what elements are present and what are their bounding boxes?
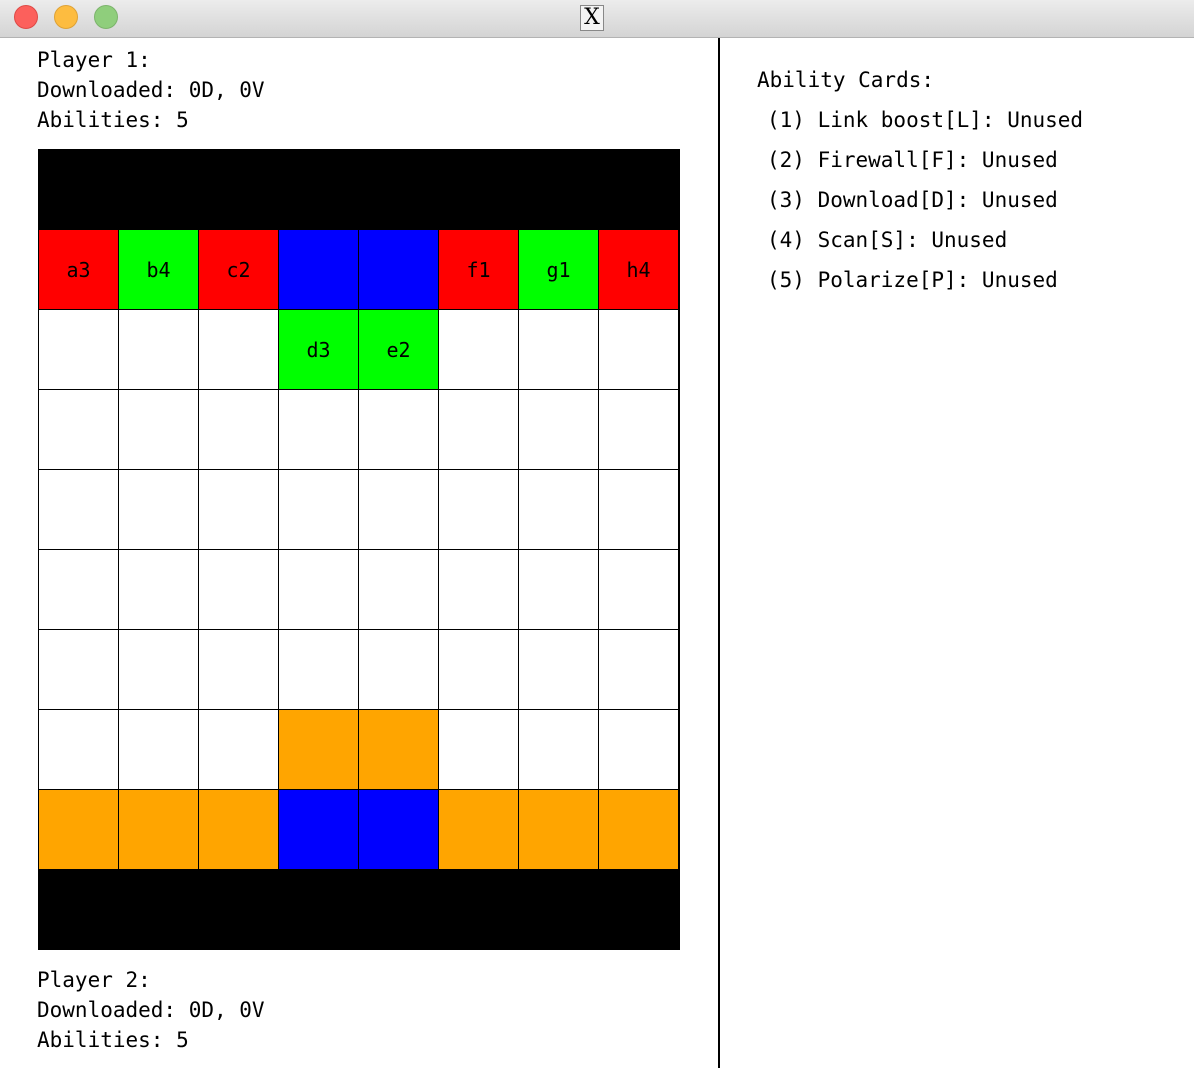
player2-downloaded: Downloaded: 0D, 0V bbox=[37, 998, 265, 1022]
board-cell[interactable] bbox=[118, 309, 199, 390]
player2-name: Player 2: bbox=[37, 968, 151, 992]
board-cell[interactable]: g1 bbox=[518, 229, 599, 310]
window-titlebar: X bbox=[0, 0, 1194, 38]
close-button[interactable] bbox=[14, 5, 38, 29]
board-cell[interactable]: b4 bbox=[118, 229, 199, 310]
x11-icon: X bbox=[580, 5, 604, 31]
board-cell[interactable] bbox=[438, 309, 519, 390]
board-cell[interactable] bbox=[598, 549, 679, 630]
board-cell[interactable] bbox=[38, 789, 119, 870]
board-cell[interactable] bbox=[438, 789, 519, 870]
board-cell[interactable] bbox=[118, 629, 199, 710]
piece-label: a3 bbox=[66, 257, 91, 282]
board-cell[interactable] bbox=[518, 629, 599, 710]
board-cell[interactable] bbox=[438, 709, 519, 790]
ability-cards-heading: Ability Cards: bbox=[757, 68, 935, 92]
board-cell[interactable] bbox=[198, 309, 279, 390]
board-cell[interactable] bbox=[38, 309, 119, 390]
board-cell[interactable]: c2 bbox=[198, 229, 279, 310]
board-cell[interactable] bbox=[38, 469, 119, 550]
board-cell[interactable] bbox=[198, 389, 279, 470]
piece-label: b4 bbox=[146, 257, 171, 282]
board-cell[interactable] bbox=[358, 549, 439, 630]
player2-abilities: Abilities: 5 bbox=[37, 1028, 189, 1052]
board-cell[interactable] bbox=[438, 549, 519, 630]
board-cell[interactable]: d3 bbox=[278, 309, 359, 390]
board-cell[interactable] bbox=[598, 789, 679, 870]
game-board: a3 b4 c2 f1 g1 h4 d3 e2 bbox=[38, 149, 680, 950]
board-cell[interactable] bbox=[278, 389, 359, 470]
board-cell[interactable] bbox=[358, 389, 439, 470]
board-cell[interactable] bbox=[118, 389, 199, 470]
board-cell[interactable] bbox=[518, 469, 599, 550]
player1-downloaded: Downloaded: 0D, 0V bbox=[37, 78, 265, 102]
ability-card-4: (4) Scan[S]: Unused bbox=[767, 228, 1008, 252]
board-cell[interactable] bbox=[118, 469, 199, 550]
ability-card-2: (2) Firewall[F]: Unused bbox=[767, 148, 1058, 172]
board-cell[interactable] bbox=[118, 789, 199, 870]
board-cell[interactable] bbox=[598, 629, 679, 710]
board-cell[interactable] bbox=[438, 629, 519, 710]
piece-label: c2 bbox=[226, 257, 251, 282]
board-cell[interactable] bbox=[598, 469, 679, 550]
board-cell[interactable] bbox=[598, 309, 679, 390]
board-bottom-edge bbox=[38, 870, 680, 950]
board-cell[interactable] bbox=[198, 469, 279, 550]
board-cell[interactable] bbox=[358, 629, 439, 710]
board-cell[interactable] bbox=[38, 709, 119, 790]
board-cell[interactable]: h4 bbox=[598, 229, 679, 310]
board-cell[interactable] bbox=[38, 549, 119, 630]
board-cell[interactable]: e2 bbox=[358, 309, 439, 390]
piece-label: f1 bbox=[466, 257, 491, 282]
board-cell[interactable] bbox=[438, 469, 519, 550]
board-cell[interactable] bbox=[198, 629, 279, 710]
board-cell[interactable] bbox=[118, 549, 199, 630]
board-cell[interactable] bbox=[358, 789, 439, 870]
panel-divider bbox=[718, 38, 720, 1068]
board-cell[interactable] bbox=[518, 549, 599, 630]
board-cell[interactable] bbox=[278, 469, 359, 550]
ability-card-5: (5) Polarize[P]: Unused bbox=[767, 268, 1058, 292]
piece-label: d3 bbox=[306, 337, 331, 362]
piece-label: g1 bbox=[546, 257, 571, 282]
zoom-button[interactable] bbox=[94, 5, 118, 29]
board-cell[interactable] bbox=[198, 709, 279, 790]
board-cell[interactable]: f1 bbox=[438, 229, 519, 310]
board-cell[interactable] bbox=[278, 629, 359, 710]
board-cell[interactable] bbox=[358, 229, 439, 310]
board-cell[interactable] bbox=[518, 309, 599, 390]
board-cell[interactable] bbox=[38, 389, 119, 470]
board-cell[interactable] bbox=[598, 389, 679, 470]
board-cell[interactable]: a3 bbox=[38, 229, 119, 310]
board-cell[interactable] bbox=[358, 469, 439, 550]
ability-card-1: (1) Link boost[L]: Unused bbox=[767, 108, 1084, 132]
board-cell[interactable] bbox=[518, 709, 599, 790]
piece-label: e2 bbox=[386, 337, 411, 362]
board-cell[interactable] bbox=[278, 229, 359, 310]
minimize-button[interactable] bbox=[54, 5, 78, 29]
board-cell[interactable] bbox=[518, 789, 599, 870]
piece-label: h4 bbox=[626, 257, 651, 282]
board-cell[interactable] bbox=[358, 709, 439, 790]
ability-card-3: (3) Download[D]: Unused bbox=[767, 188, 1058, 212]
board-cell[interactable] bbox=[198, 549, 279, 630]
board-top-edge bbox=[38, 149, 680, 229]
board-cell[interactable] bbox=[598, 709, 679, 790]
board-cell[interactable] bbox=[198, 789, 279, 870]
board-cell[interactable] bbox=[278, 549, 359, 630]
board-cell[interactable] bbox=[278, 789, 359, 870]
board-cell[interactable] bbox=[38, 629, 119, 710]
player1-abilities: Abilities: 5 bbox=[37, 108, 189, 132]
board-cell[interactable] bbox=[278, 709, 359, 790]
board-cell[interactable] bbox=[438, 389, 519, 470]
board-cell[interactable] bbox=[118, 709, 199, 790]
board-cell[interactable] bbox=[518, 389, 599, 470]
player1-name: Player 1: bbox=[37, 48, 151, 72]
